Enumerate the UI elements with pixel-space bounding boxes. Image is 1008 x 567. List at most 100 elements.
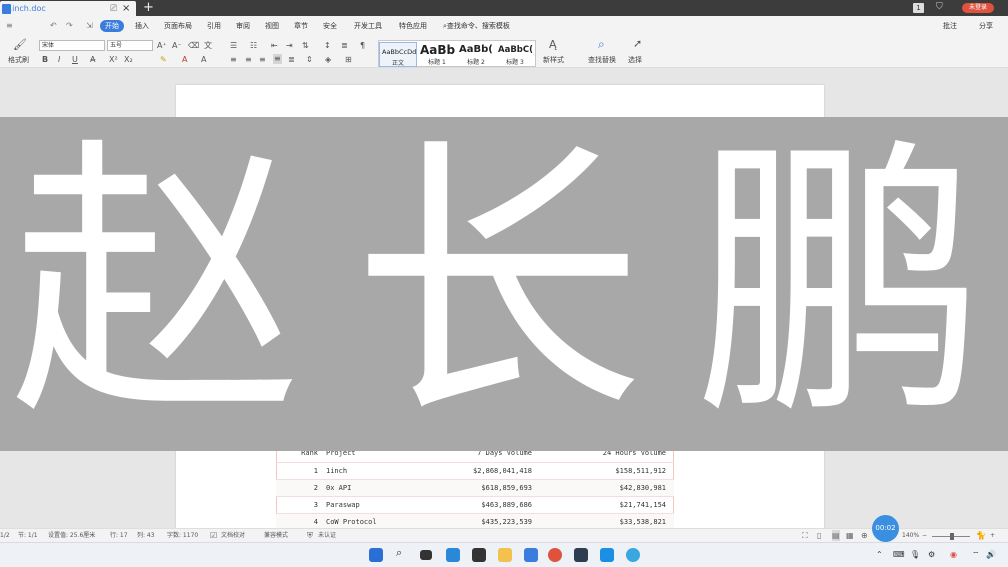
skin-icon[interactable]: ⛉ <box>936 1 943 14</box>
tab-chapter[interactable]: 章节 <box>294 20 308 32</box>
new-tab-button[interactable]: + <box>143 0 154 15</box>
phonetic-icon[interactable]: 文 <box>204 41 212 51</box>
italic-button[interactable]: I <box>58 55 60 65</box>
app-icon[interactable] <box>574 548 588 562</box>
file-menu-icon[interactable]: ≡ <box>6 20 13 32</box>
command-search[interactable]: ⌕查找命令、搜索模板 <box>443 20 510 32</box>
bold-button[interactable]: B <box>42 55 48 65</box>
line-spacing-icon[interactable]: ≣ <box>341 41 348 51</box>
wifi-icon[interactable]: ⌔ <box>972 549 980 561</box>
status-proof[interactable]: 文档校对 <box>221 531 245 541</box>
select-label[interactable]: 选择 <box>628 55 642 65</box>
keyboard-icon[interactable]: ⌨ <box>893 549 905 561</box>
tab-view[interactable]: 视图 <box>265 20 279 32</box>
quick-access-icon[interactable]: ⇲ <box>86 20 93 32</box>
align-center-icon[interactable]: ≡ <box>245 55 252 65</box>
web-view-icon[interactable]: ⊕ <box>861 530 868 541</box>
zoom-slider-thumb[interactable] <box>950 533 954 540</box>
new-style-icon[interactable]: Ą <box>549 39 557 50</box>
grow-font-icon[interactable]: A⁺ <box>157 41 167 51</box>
font-family-select[interactable]: 宋体 <box>39 40 105 51</box>
find-replace-label[interactable]: 查找替换 <box>588 55 616 65</box>
share-button[interactable]: 分享 <box>979 20 993 32</box>
format-painter-icon[interactable]: 🖌 <box>13 39 27 50</box>
wps-writer-icon[interactable] <box>524 548 538 562</box>
tab-page-layout[interactable]: 页面布局 <box>164 20 192 32</box>
highlight-icon[interactable]: ✎ <box>160 55 167 65</box>
zoom-in-button[interactable]: + <box>990 531 995 541</box>
cell-rank: 2 <box>313 484 318 492</box>
show-marks-icon[interactable]: ¶ <box>360 41 365 51</box>
tab-home[interactable]: 开始 <box>100 20 124 32</box>
clear-format-icon[interactable]: ⌫ <box>188 41 199 51</box>
widgets-icon[interactable] <box>446 548 460 562</box>
redo-icon[interactable]: ↷ <box>66 20 73 32</box>
underline-button[interactable]: U <box>72 55 78 65</box>
tab-special-apps[interactable]: 特色应用 <box>399 20 427 32</box>
monitor-icon[interactable]: ⎚ <box>110 3 117 15</box>
close-icon[interactable]: × <box>122 2 130 15</box>
fullscreen-icon[interactable]: ⛶ <box>802 530 808 541</box>
char-shading-icon[interactable]: A <box>201 55 206 65</box>
borders-icon[interactable]: ⊞ <box>345 55 352 65</box>
status-words[interactable]: 字数: 1170 <box>167 531 198 541</box>
settings-icon[interactable]: ⚙ <box>928 549 935 561</box>
format-painter-label[interactable]: 格式刷 <box>8 55 29 65</box>
align-right-icon[interactable]: ≡ <box>259 55 266 65</box>
justify-icon[interactable]: ≡ <box>273 54 282 64</box>
chrome-icon[interactable] <box>548 548 562 562</box>
start-icon[interactable] <box>369 548 383 562</box>
status-cert[interactable]: 未认证 <box>318 531 336 541</box>
tray-chevron-icon[interactable]: ⌃ <box>876 549 883 561</box>
style-heading-1[interactable]: AaBb 标题 1 <box>418 42 456 67</box>
bullet-list-icon[interactable]: ☰ <box>230 41 237 51</box>
text-direction-icon[interactable]: ⇅ <box>302 41 309 51</box>
new-style-label[interactable]: 新样式 <box>543 55 564 65</box>
numbered-list-icon[interactable]: ☷ <box>250 41 257 51</box>
status-page[interactable]: 1/2 <box>0 531 10 541</box>
chat-app-icon[interactable] <box>626 548 640 562</box>
file-explorer-icon[interactable] <box>498 548 512 562</box>
font-color-icon[interactable]: A <box>182 55 187 65</box>
read-mode-icon[interactable]: ▯ <box>817 530 821 541</box>
tab-security[interactable]: 安全 <box>323 20 337 32</box>
tab-developer[interactable]: 开发工具 <box>354 20 382 32</box>
outline-view-icon[interactable]: ▦ <box>846 530 854 541</box>
superscript-icon[interactable]: X² <box>109 55 118 65</box>
mic-icon[interactable]: 🎙 <box>910 549 920 561</box>
page-view-icon[interactable]: ▤ <box>832 530 840 541</box>
tab-review[interactable]: 审阅 <box>236 20 250 32</box>
style-heading-3[interactable]: AaBbC( 标题 3 <box>496 42 534 67</box>
bird-app-icon[interactable] <box>600 548 614 562</box>
increase-indent-icon[interactable]: ⇥ <box>286 41 293 51</box>
style-normal[interactable]: AaBbCcDd 正文 <box>379 42 417 67</box>
cell-24h-volume: $42,830,981 <box>619 484 666 492</box>
sort-icon[interactable]: ↕ <box>324 41 331 51</box>
notification-count[interactable]: 1 <box>913 3 924 13</box>
select-cursor-icon[interactable]: ➚ <box>633 38 642 49</box>
document-tab[interactable]: 1inch.doc ⎚ × <box>0 1 136 16</box>
store-icon[interactable] <box>472 548 486 562</box>
distributed-icon[interactable]: ≣ <box>288 55 295 65</box>
shading-icon[interactable]: ◈ <box>325 55 331 65</box>
subscript-icon[interactable]: X₂ <box>124 55 133 65</box>
paragraph-spacing-icon[interactable]: ⇕ <box>306 55 313 65</box>
tab-references[interactable]: 引用 <box>207 20 221 32</box>
find-replace-icon[interactable]: ⌕ <box>598 38 605 50</box>
annotation-button[interactable]: 批注 <box>943 20 957 32</box>
search-icon[interactable]: ⌕ <box>396 547 402 559</box>
task-view-icon[interactable] <box>420 550 432 560</box>
zoom-level[interactable]: 140% <box>902 531 919 541</box>
login-status-badge[interactable]: 未登录 <box>962 3 994 13</box>
zoom-out-button[interactable]: − <box>922 531 927 541</box>
strikethrough-icon[interactable]: A̶ <box>90 55 95 65</box>
speaker-icon[interactable]: 🔊 <box>986 549 996 561</box>
shrink-font-icon[interactable]: A⁻ <box>172 41 182 51</box>
decrease-indent-icon[interactable]: ⇤ <box>271 41 278 51</box>
font-size-select[interactable]: 五号 <box>107 40 153 51</box>
align-left-icon[interactable]: ≡ <box>230 55 237 65</box>
style-heading-2[interactable]: AaBb( 标题 2 <box>457 42 495 67</box>
undo-icon[interactable]: ↶ <box>50 20 57 32</box>
tab-insert[interactable]: 插入 <box>135 20 149 32</box>
app-tray-icon[interactable]: ◉ <box>950 549 957 561</box>
